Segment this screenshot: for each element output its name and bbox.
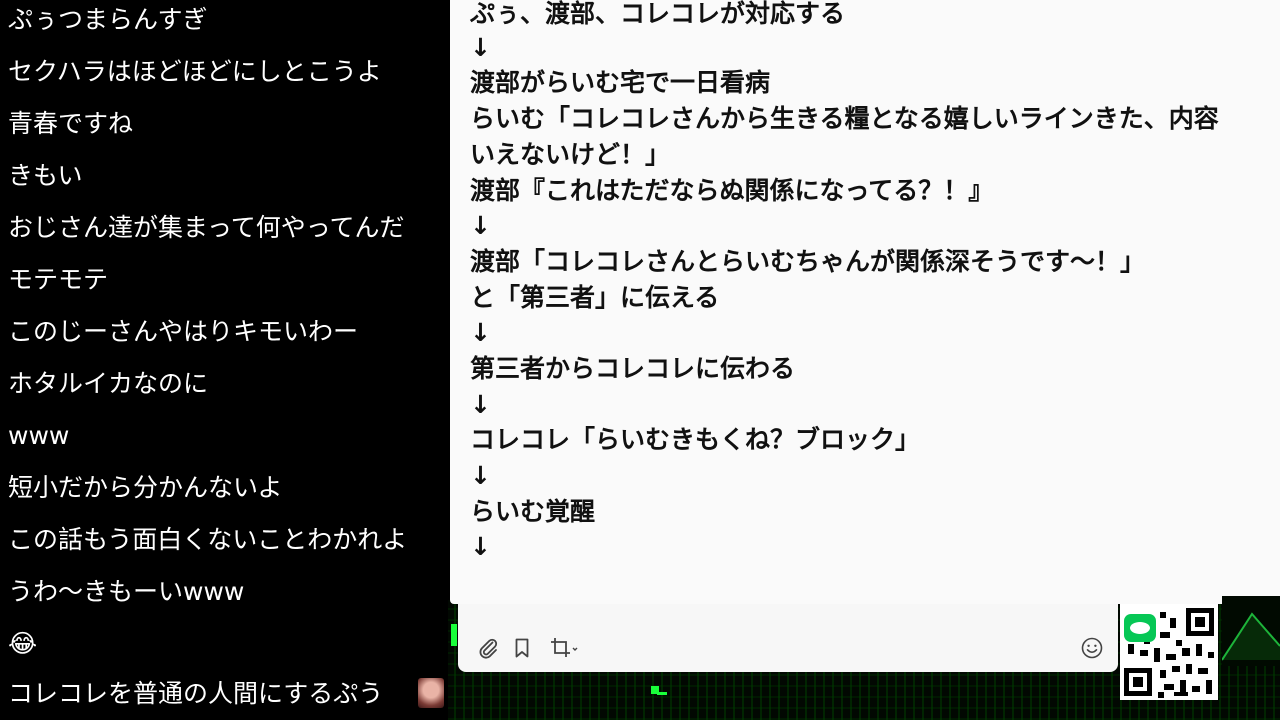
green-glitch-mark (451, 624, 457, 646)
bookmark-button[interactable] (508, 634, 536, 662)
comment-item: このじーさんやはりキモいわー (8, 317, 359, 346)
smiley-icon (1081, 637, 1103, 659)
down-arrow-line: ↓ (470, 390, 491, 419)
line-logo-icon (1124, 614, 1156, 642)
down-arrow-line: ↓ (470, 532, 491, 561)
comment-item: 😂 (8, 629, 38, 658)
message-line: 渡部『これはただならぬ関係になってる？！』 (470, 176, 994, 205)
down-arrow-line: ↓ (470, 211, 491, 240)
comment-item: きもい (8, 161, 83, 190)
message-line: 渡部「コレコレさんとらいむちゃんが関係深そうです～！」 (470, 247, 1146, 276)
comment-item: セクハラはほどほどにしとこうよ (8, 57, 382, 86)
attach-file-button[interactable] (474, 634, 502, 662)
message-line: コレコレ「らいむきもくね？ブロック」 (470, 425, 921, 454)
green-glitch-mark (657, 692, 667, 695)
message-line: と「第三者」に伝える (470, 283, 720, 312)
down-arrow-line: ↓ (470, 461, 491, 490)
message-line: ぷぅ、渡部、コレコレが対応する (470, 0, 846, 28)
emoji-button[interactable] (1078, 634, 1106, 662)
chat-input-toolbar (458, 604, 1118, 672)
message-line: らいむ「コレコレさんから生きる糧となる嬉しいラインきた、内容 (470, 104, 1219, 133)
comment-item: ぷぅつまらんすぎ (8, 5, 208, 34)
comment-feed: ぷぅつまらんすぎ セクハラはほどほどにしとこうよ 青春ですね きもい おじさん達… (0, 0, 448, 720)
crop-icon (551, 638, 578, 657)
message-line: 渡部がらいむ宅で一日看病 (470, 68, 771, 97)
avatar (418, 678, 444, 708)
comment-item: コレコレを普通の人間にするぷう (8, 679, 384, 708)
comment-item: モテモテ (8, 265, 109, 294)
mountain-logo-icon (1222, 596, 1280, 666)
screenshot-button[interactable] (546, 634, 582, 662)
paperclip-icon (479, 638, 498, 659)
comment-item: この話もう面白くないことわかれよ (8, 525, 408, 554)
comment-item: おじさん達が集まって何やってんだ (8, 213, 405, 242)
comment-item: www (8, 421, 70, 450)
stream-screen: ぷぅつまらんすぎ セクハラはほどほどにしとこうよ 青春ですね きもい おじさん達… (0, 0, 1280, 720)
comment-item: 青春ですね (8, 109, 134, 138)
down-arrow-line: ↓ (470, 33, 491, 62)
message-line: いえないけど！」 (470, 140, 671, 169)
chat-message-window: ぷぅ、渡部、コレコレが対応する ↓ 渡部がらいむ宅で一日看病 らいむ「コレコレさ… (450, 0, 1280, 604)
comment-item: ホタルイカなのに (8, 369, 209, 398)
bookmark-icon (515, 638, 529, 658)
down-arrow-line: ↓ (470, 318, 491, 347)
comment-item: 短小だから分かんないよ (8, 473, 283, 502)
comment-item: うわ～きもーいwww (8, 577, 245, 606)
message-line: 第三者からコレコレに伝わる (470, 354, 796, 383)
message-line: らいむ覚醒 (470, 497, 596, 526)
